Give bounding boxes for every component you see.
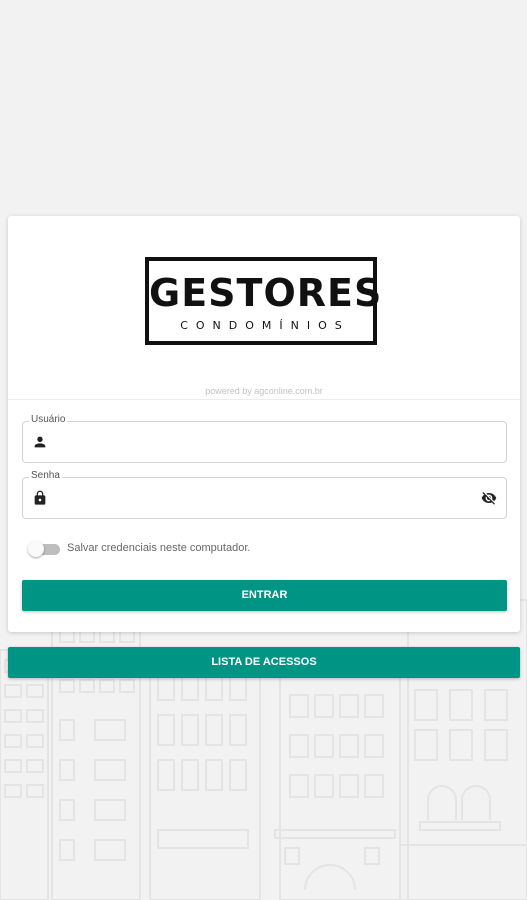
login-card: GESTORES CONDOMÍNIOS powered by agconlin… <box>8 216 520 632</box>
powered-by-text: powered by agconline.com.br <box>205 386 323 396</box>
save-credentials-toggle[interactable] <box>28 541 60 557</box>
username-input[interactable] <box>57 430 471 456</box>
username-label: Usuário <box>29 413 68 427</box>
lock-icon <box>34 490 46 505</box>
building-background-illustration <box>0 599 527 900</box>
logo-subtitle: CONDOMÍNIOS <box>180 319 350 332</box>
access-list-button[interactable]: LISTA DE ACESSOS <box>8 647 520 678</box>
logo-title: GESTORES <box>149 271 383 315</box>
divider <box>8 399 520 400</box>
save-credentials-label: Salvar credenciais neste computador. <box>67 542 251 554</box>
password-field[interactable]: Senha <box>22 469 507 519</box>
enter-button[interactable]: ENTRAR <box>22 580 507 611</box>
password-input[interactable] <box>57 486 471 512</box>
visibility-off-icon[interactable] <box>480 490 498 506</box>
username-field[interactable]: Usuário <box>22 413 507 463</box>
toggle-thumb <box>28 541 44 557</box>
password-label: Senha <box>29 469 62 483</box>
person-icon <box>34 436 46 448</box>
gestores-condominios-logo: GESTORES CONDOMÍNIOS <box>145 257 383 345</box>
